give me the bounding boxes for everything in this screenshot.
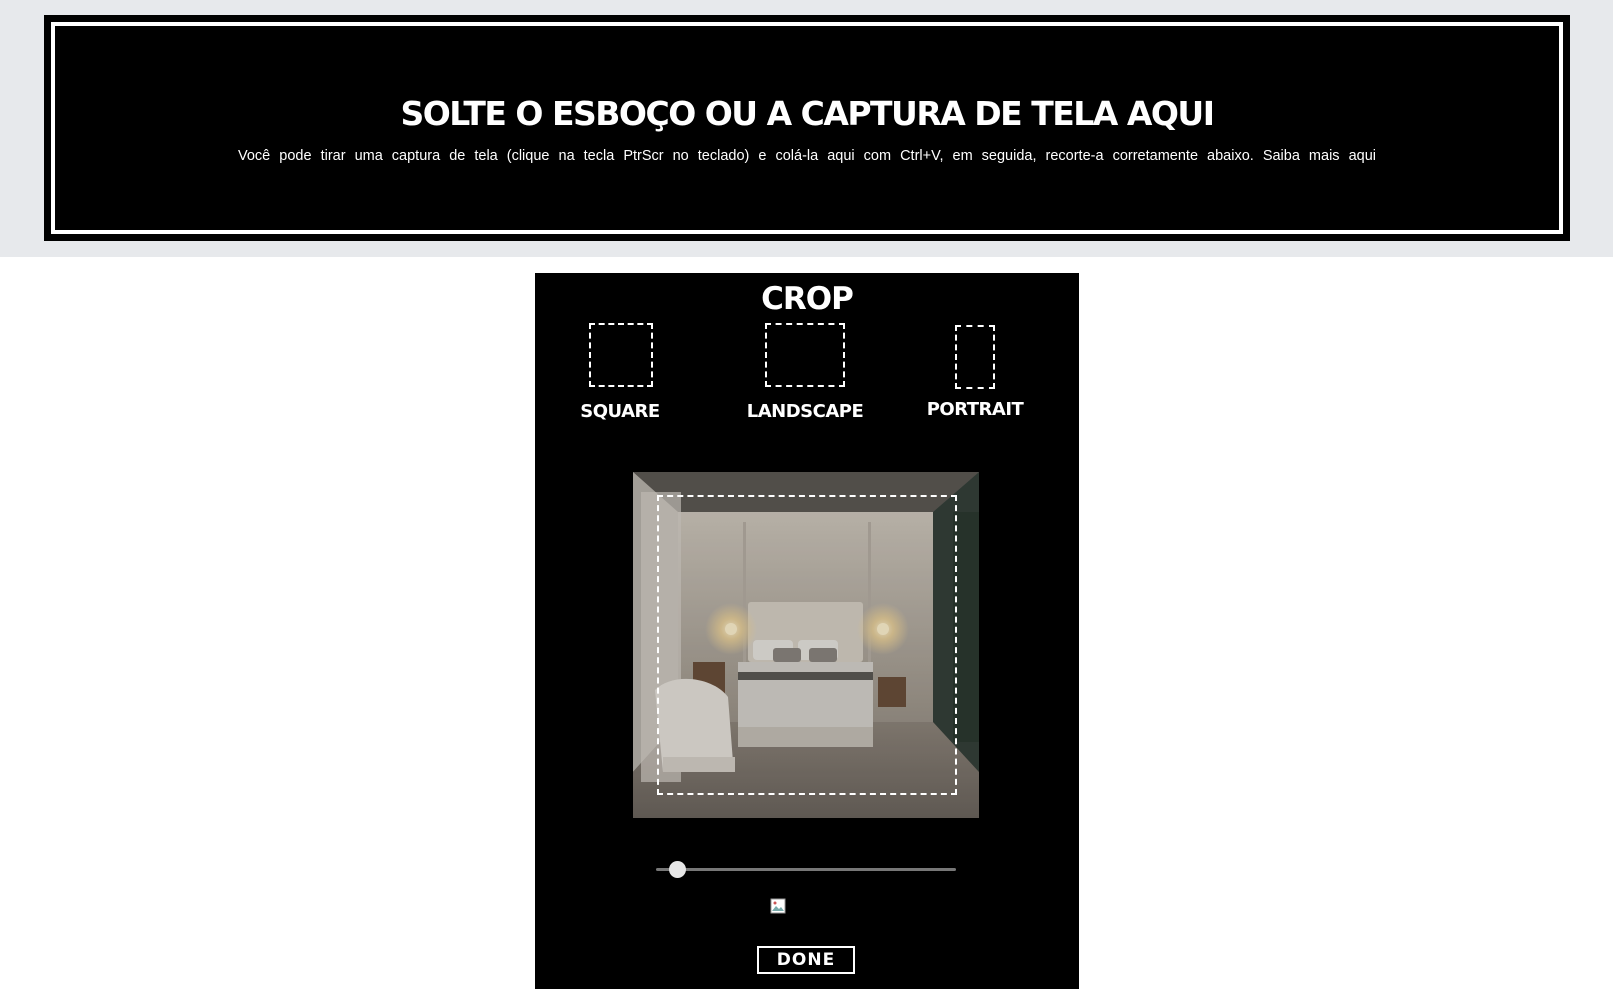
broken-image-icon bbox=[770, 898, 786, 914]
square-label: SQUARE bbox=[580, 401, 660, 422]
zoom-slider-thumb[interactable] bbox=[668, 861, 686, 878]
landscape-ratio-icon bbox=[765, 323, 845, 387]
portrait-label: PORTRAIT bbox=[926, 399, 1024, 420]
landscape-option[interactable]: LANDSCAPE bbox=[740, 323, 870, 433]
square-ratio-icon bbox=[589, 323, 653, 387]
portrait-option[interactable]: PORTRAIT bbox=[925, 323, 1025, 433]
crop-selection-box[interactable] bbox=[657, 495, 957, 795]
zoom-slider-track[interactable] bbox=[656, 868, 956, 871]
square-option[interactable]: SQUARE bbox=[575, 323, 665, 433]
drop-zone-band: SOLTE O ESBOÇO OU A CAPTURA DE TELA AQUI… bbox=[0, 0, 1613, 257]
portrait-ratio-icon bbox=[955, 325, 995, 389]
drop-zone-title: SOLTE O ESBOÇO OU A CAPTURA DE TELA AQUI bbox=[400, 94, 1215, 133]
drop-zone-description: Você pode tirar uma captura de tela (cli… bbox=[238, 148, 1376, 164]
crop-panel: CROP SQUARE LANDSCAPE PORTRAIT DONE bbox=[535, 273, 1079, 989]
landscape-label: LANDSCAPE bbox=[746, 401, 864, 422]
screenshot-drop-zone[interactable]: SOLTE O ESBOÇO OU A CAPTURA DE TELA AQUI… bbox=[44, 15, 1570, 241]
done-button[interactable]: DONE bbox=[757, 946, 855, 974]
crop-title: CROP bbox=[761, 281, 854, 317]
